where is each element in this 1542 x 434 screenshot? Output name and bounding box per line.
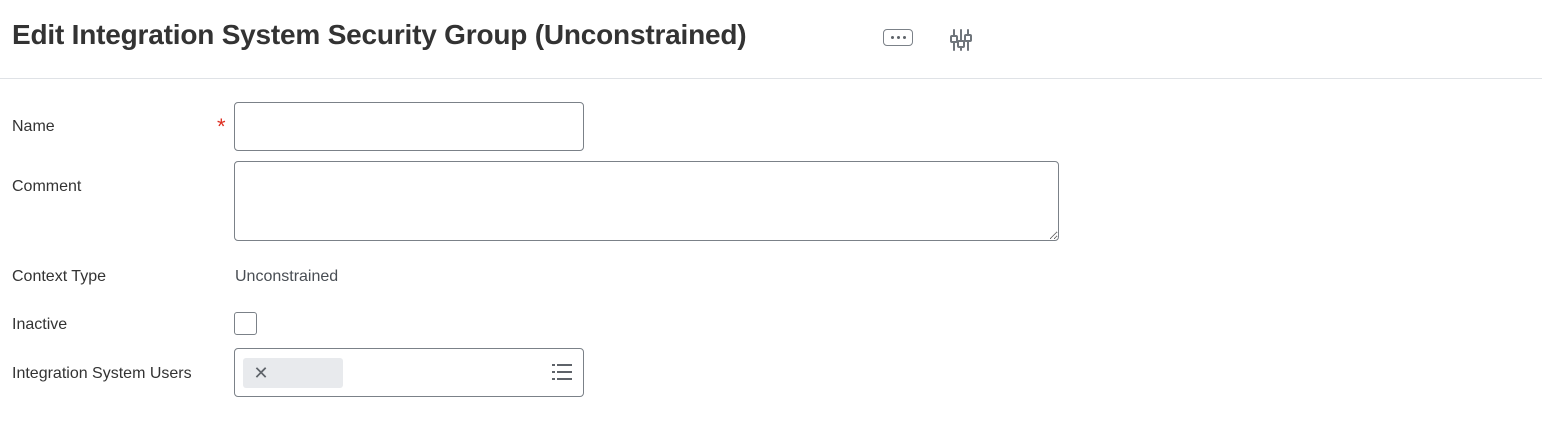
context-type-label: Context Type	[12, 268, 106, 285]
name-label: Name	[12, 118, 55, 135]
remove-icon[interactable]: ✕	[251, 362, 271, 384]
comment-label: Comment	[12, 178, 82, 195]
page-title: Edit Integration System Security Group (…	[12, 19, 747, 50]
integration-system-users-prompt[interactable]: ✕	[234, 348, 584, 397]
inactive-checkbox[interactable]	[234, 312, 257, 335]
ellipsis-icon	[902, 36, 906, 39]
integration-system-users-label: Integration System Users	[12, 365, 192, 382]
comment-textarea[interactable]	[234, 161, 1059, 241]
name-input[interactable]	[234, 102, 584, 151]
ellipsis-icon	[890, 36, 894, 39]
page-header: Edit Integration System Security Group (…	[0, 0, 1542, 79]
required-indicator: *	[217, 114, 226, 139]
context-type-value: Unconstrained	[235, 268, 339, 285]
more-actions-button[interactable]	[883, 29, 913, 46]
selected-user-pill: ✕	[243, 358, 343, 388]
configure-button[interactable]	[946, 26, 976, 54]
edit-security-group-page: Edit Integration System Security Group (…	[0, 0, 1542, 434]
sliders-icon	[950, 29, 972, 51]
ellipsis-icon	[896, 36, 900, 39]
inactive-label: Inactive	[12, 316, 68, 333]
list-icon[interactable]	[551, 362, 573, 382]
